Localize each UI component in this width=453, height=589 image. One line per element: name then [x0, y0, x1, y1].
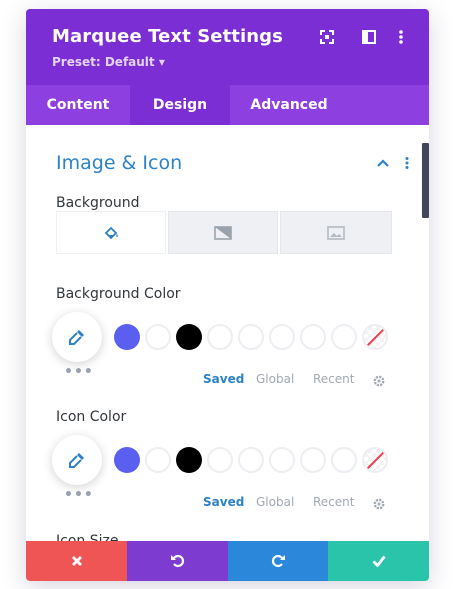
undo-button[interactable]: [127, 541, 228, 581]
more-vertical-icon[interactable]: [392, 28, 410, 46]
color-swatch[interactable]: [114, 324, 140, 350]
tab-design[interactable]: Design: [130, 85, 230, 125]
redo-button[interactable]: [228, 541, 328, 581]
redo-icon: [271, 554, 285, 568]
gradient-icon: [214, 225, 232, 240]
color-swatch[interactable]: [269, 447, 295, 473]
section-title[interactable]: Image & Icon: [56, 152, 182, 174]
background-label: Background: [56, 195, 140, 211]
icon-color-label: Icon Color: [56, 409, 127, 425]
palette-tab-global[interactable]: Global: [256, 372, 294, 386]
color-swatch[interactable]: [176, 324, 202, 350]
color-swatch[interactable]: [331, 324, 357, 350]
background-type-tabs: [56, 211, 392, 254]
color-swatch[interactable]: [300, 324, 326, 350]
tab-advanced[interactable]: Advanced: [230, 85, 348, 125]
color-swatch[interactable]: [114, 447, 140, 473]
paint-bucket-icon: [104, 226, 118, 239]
eyedropper-icon: [69, 453, 84, 468]
color-swatch[interactable]: [300, 447, 326, 473]
color-swatch[interactable]: [238, 324, 264, 350]
modal-footer: [26, 541, 429, 581]
tab-content[interactable]: Content: [26, 85, 130, 125]
color-swatch[interactable]: [269, 324, 295, 350]
palette-tab-recent[interactable]: Recent: [313, 372, 354, 386]
image-icon: [327, 225, 345, 240]
gear-icon[interactable]: [372, 496, 386, 510]
palette-tab-saved[interactable]: Saved: [203, 495, 244, 509]
bg-type-gradient-tab[interactable]: [168, 211, 278, 254]
eyedropper-icon: [69, 330, 84, 345]
palette-tab-saved[interactable]: Saved: [203, 372, 244, 386]
modal-header: Marquee Text Settings Preset: Default ▾: [26, 9, 429, 85]
close-icon: [71, 556, 82, 566]
no-color-swatch[interactable]: [362, 447, 388, 473]
color-swatch[interactable]: [207, 324, 233, 350]
palette-tab-global[interactable]: Global: [256, 495, 294, 509]
save-button[interactable]: [328, 541, 429, 581]
color-swatch[interactable]: [145, 447, 171, 473]
settings-tabs: Content Design Advanced: [26, 85, 429, 125]
check-icon: [372, 555, 386, 567]
bg-type-color-tab[interactable]: [56, 211, 166, 254]
gear-icon[interactable]: [372, 373, 386, 387]
fullscreen-icon[interactable]: [318, 28, 336, 46]
undo-icon: [170, 554, 184, 568]
color-swatch[interactable]: [145, 324, 171, 350]
bg-type-image-tab[interactable]: [280, 211, 392, 254]
preset-dropdown[interactable]: Preset: Default ▾: [52, 55, 165, 69]
scrollbar[interactable]: [422, 143, 429, 218]
settings-content: Image & Icon Background Background Color…: [26, 125, 429, 541]
eyedropper-button[interactable]: [52, 312, 102, 362]
palette-tab-recent[interactable]: Recent: [313, 495, 354, 509]
background-color-label: Background Color: [56, 286, 181, 302]
color-swatch[interactable]: [176, 447, 202, 473]
more-options-icon[interactable]: •••: [64, 487, 94, 503]
color-swatch[interactable]: [331, 447, 357, 473]
eyedropper-button[interactable]: [52, 435, 102, 485]
color-swatch[interactable]: [238, 447, 264, 473]
chevron-up-icon[interactable]: [376, 155, 390, 169]
cancel-button[interactable]: [26, 541, 127, 581]
color-swatch[interactable]: [207, 447, 233, 473]
settings-modal: Marquee Text Settings Preset: Default ▾ …: [26, 9, 429, 581]
no-color-swatch[interactable]: [362, 324, 388, 350]
icon-size-label: Icon Size: [56, 533, 119, 541]
section-more-icon[interactable]: [400, 155, 414, 169]
sidebar-layout-icon[interactable]: [360, 28, 378, 46]
more-options-icon[interactable]: •••: [64, 364, 94, 380]
modal-title: Marquee Text Settings: [52, 26, 283, 47]
